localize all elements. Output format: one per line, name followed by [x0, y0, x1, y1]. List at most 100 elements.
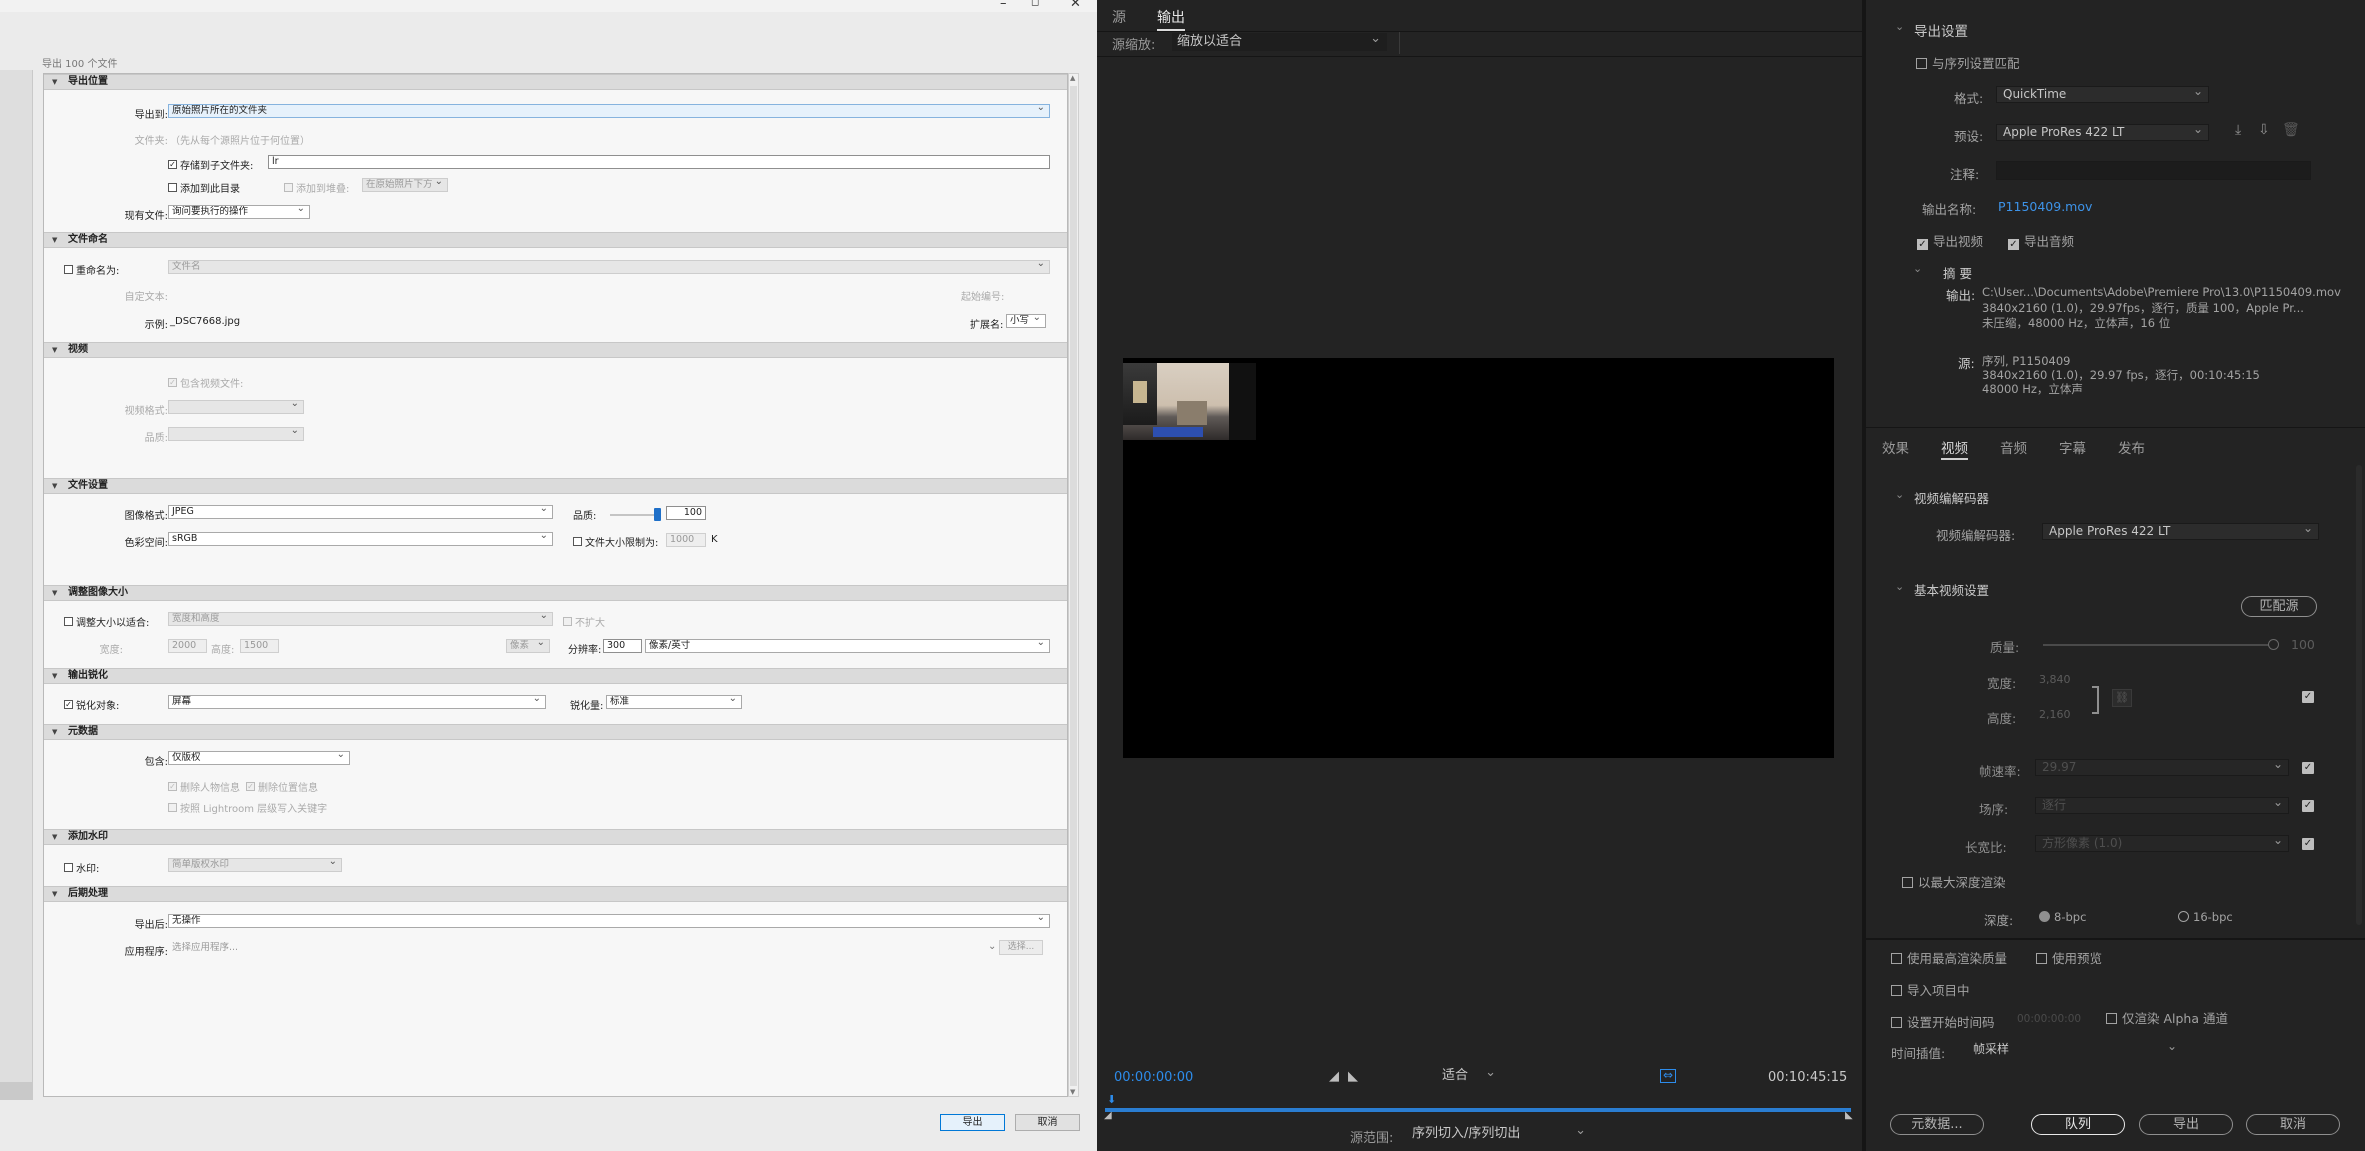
quality-slider-knob[interactable]: [654, 508, 661, 521]
current-timecode[interactable]: 00:00:00:00: [1114, 1070, 1193, 1085]
set-start-timecode-checkbox[interactable]: 设置开始时间码: [1891, 1012, 1995, 1031]
start-timecode-input[interactable]: 00:00:00:00: [2017, 1013, 2081, 1025]
match-source-button[interactable]: 匹配源: [2241, 596, 2317, 617]
subfolder-checkbox[interactable]: ✓ 存储到子文件夹:: [168, 157, 253, 172]
section-export-location[interactable]: 导出位置: [44, 74, 1067, 90]
limit-size-checkbox[interactable]: 文件大小限制为:: [573, 534, 658, 549]
tab-publish[interactable]: 发布: [2118, 437, 2145, 457]
preset-panel[interactable]: [0, 70, 33, 1100]
export-to-select[interactable]: 原始照片所在的文件夹: [168, 104, 1050, 118]
section-output-sharpening[interactable]: 输出锐化: [44, 668, 1067, 684]
export-video-checkbox[interactable]: ✓ 导出视频: [1917, 231, 1983, 250]
metadata-button[interactable]: 元数据...: [1890, 1114, 1984, 1135]
field-order-override-checkbox[interactable]: ✓: [2302, 800, 2314, 812]
field-order-select[interactable]: 逐行: [2035, 797, 2289, 814]
restore-icon[interactable]: ◻: [1031, 0, 1039, 8]
cancel-button[interactable]: 取消: [1015, 1114, 1080, 1131]
timeline-bar[interactable]: [1105, 1108, 1851, 1112]
set-out-icon[interactable]: ◣: [1348, 1069, 1358, 1084]
depth-8bpc-radio[interactable]: 8-bpc: [2039, 910, 2086, 924]
watermark-select[interactable]: 简单版权水印: [168, 858, 342, 872]
collapse-codec-icon[interactable]: ⌄: [1895, 488, 1904, 501]
section-file-naming[interactable]: 文件命名: [44, 232, 1067, 248]
output-name-link[interactable]: P1150409.mov: [1998, 199, 2092, 214]
collapse-basic-video-icon[interactable]: ⌄: [1895, 580, 1904, 593]
render-alpha-only-checkbox[interactable]: 仅渲染 Alpha 通道: [2106, 1008, 2228, 1027]
queue-button[interactable]: 队列: [2031, 1114, 2125, 1135]
watermark-checkbox[interactable]: 水印:: [64, 860, 99, 875]
subfolder-input[interactable]: lr: [268, 155, 1050, 169]
width-height-override-checkbox[interactable]: ✓: [2302, 691, 2314, 703]
size-unit-select[interactable]: 像素: [506, 639, 550, 653]
tab-video[interactable]: 视频: [1941, 437, 1968, 460]
import-preset-icon[interactable]: ⇩: [2258, 122, 2270, 138]
existing-files-select[interactable]: 询问要执行的操作: [168, 205, 310, 219]
sharpen-amount-select[interactable]: 标准: [606, 695, 742, 709]
section-post-processing[interactable]: 后期处理: [44, 886, 1067, 902]
section-watermark[interactable]: 添加水印: [44, 829, 1067, 845]
export-button[interactable]: 导出: [940, 1114, 1005, 1131]
extension-select[interactable]: 小写: [1006, 314, 1046, 328]
rename-template-select[interactable]: 文件名: [168, 260, 1050, 274]
aspect-select[interactable]: 方形像素 (1.0): [2035, 835, 2289, 852]
scroll-up-icon[interactable]: ▲: [1070, 74, 1075, 82]
add-to-catalog-checkbox[interactable]: 添加到此目录: [168, 180, 240, 195]
metadata-include-select[interactable]: 仅版权: [168, 751, 350, 765]
codec-select[interactable]: Apple ProRes 422 LT: [2042, 523, 2319, 540]
aspect-override-checkbox[interactable]: ✓: [2302, 838, 2314, 850]
source-scaling-select[interactable]: 缩放以适合: [1172, 30, 1387, 51]
format-select[interactable]: QuickTime: [1996, 86, 2209, 103]
application-select[interactable]: 选择应用程序...: [168, 941, 1038, 955]
video-format-select[interactable]: [168, 400, 304, 414]
source-range-select[interactable]: 序列切入/序列切出: [1407, 1122, 1592, 1143]
max-depth-checkbox[interactable]: 以最大深度渲染: [1902, 872, 2006, 891]
cancel-button[interactable]: 取消: [2246, 1114, 2340, 1135]
delete-preset-icon[interactable]: 🗑: [2282, 122, 2300, 138]
remove-location-checkbox[interactable]: ✓ 删除位置信息: [246, 779, 318, 794]
rename-checkbox[interactable]: 重命名为:: [64, 262, 119, 277]
section-metadata[interactable]: 元数据: [44, 724, 1067, 740]
after-export-select[interactable]: 无操作: [168, 914, 1050, 928]
comments-input[interactable]: [1996, 161, 2311, 180]
depth-16bpc-radio[interactable]: 16-bpc: [2178, 910, 2233, 924]
limit-size-input[interactable]: 1000: [666, 533, 706, 547]
image-format-select[interactable]: JPEG: [168, 505, 553, 519]
section-video[interactable]: 视频: [44, 342, 1067, 358]
settings-scroll-thumb[interactable]: [1070, 86, 1077, 1086]
aspect-toggle-icon[interactable]: ⇔: [1660, 1069, 1676, 1083]
quality-slider[interactable]: [610, 508, 661, 521]
export-audio-checkbox[interactable]: ✓ 导出音频: [2008, 231, 2074, 250]
tab-captions[interactable]: 字幕: [2059, 437, 2086, 457]
application-dropdown-icon[interactable]: ⌄: [988, 941, 996, 952]
save-preset-icon[interactable]: ⤓: [2235, 122, 2241, 138]
match-sequence-checkbox[interactable]: 与序列设置匹配: [1916, 53, 2020, 72]
video-quality-select[interactable]: [168, 427, 304, 441]
resolution-unit-select[interactable]: 像素/英寸: [645, 639, 1050, 653]
use-previews-checkbox[interactable]: 使用预览: [2036, 948, 2102, 967]
fit-select[interactable]: 适合: [1437, 1064, 1502, 1085]
import-into-project-checkbox[interactable]: 导入项目中: [1891, 980, 1970, 999]
tab-source[interactable]: 源: [1112, 7, 1126, 27]
quality-slider[interactable]: [2043, 644, 2274, 646]
frame-rate-select[interactable]: 29.97: [2035, 759, 2289, 776]
frame-rate-override-checkbox[interactable]: ✓: [2302, 762, 2314, 774]
sharpen-for-select[interactable]: 屏幕: [168, 695, 546, 709]
quality-slider-knob[interactable]: [2268, 639, 2279, 650]
tab-audio[interactable]: 音频: [2000, 437, 2027, 457]
collapse-export-settings-icon[interactable]: ⌄: [1895, 20, 1904, 33]
keyword-hierarchy-checkbox[interactable]: 按照 Lightroom 层级写入关键字: [168, 800, 327, 815]
out-point-icon[interactable]: ◣: [1845, 1110, 1853, 1121]
export-button[interactable]: 导出: [2139, 1114, 2233, 1135]
quality-input[interactable]: 100: [666, 506, 706, 520]
settings-scrollbar[interactable]: ▲ ▼: [1068, 73, 1079, 1097]
playhead-icon[interactable]: ⬇: [1107, 1093, 1116, 1106]
stack-position-select[interactable]: 在原始照片下方: [362, 178, 448, 192]
add-to-stack-checkbox[interactable]: 添加到堆叠:: [284, 180, 349, 195]
minimize-icon[interactable]: –: [1000, 0, 1007, 11]
collapse-summary-icon[interactable]: ⌄: [1913, 262, 1922, 275]
width-input[interactable]: 2000: [168, 639, 207, 653]
video-settings-scrollbar[interactable]: [2356, 465, 2362, 925]
dont-enlarge-checkbox[interactable]: 不扩大: [563, 614, 605, 629]
time-interpolation-select[interactable]: 帧采样: [1966, 1041, 2183, 1058]
in-point-icon[interactable]: ◢: [1104, 1110, 1112, 1121]
